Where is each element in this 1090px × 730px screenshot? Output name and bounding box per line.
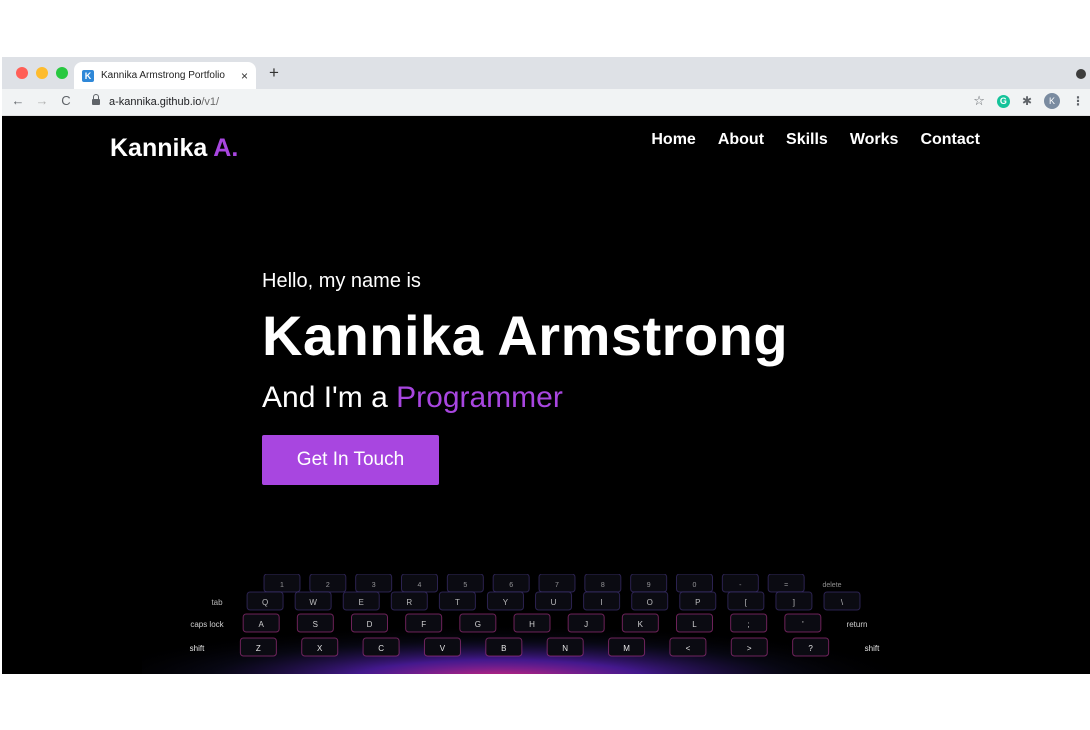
keyboard-key-label: = [784,582,788,589]
keyboard-key-label: A [258,620,264,629]
lock-icon[interactable] [92,94,100,106]
keyboard-key-label: W [309,598,317,607]
keyboard-key-label: J [584,620,588,629]
keyboard-key-label: D [367,620,373,629]
nav-home[interactable]: Home [651,131,695,149]
tab-search-icon[interactable] [1076,69,1086,79]
keyboard-key-label: B [501,644,506,653]
keyboard-key-label: H [529,620,535,629]
toolbar-actions: ☆ G ✱ K ⋮ [973,93,1084,109]
logo-text: Kannika [110,134,208,162]
forward-button[interactable]: → [34,93,50,108]
keyboard-key-label: 1 [280,582,284,589]
address-bar[interactable]: a-kannika.github.io/v1/ [109,96,219,108]
keyboard-key-label: 2 [326,582,330,589]
keyboard-key-label: 6 [509,582,513,589]
profile-avatar[interactable]: K [1044,93,1060,109]
nav-contact[interactable]: Contact [920,131,980,149]
webpage: Kannika A. Home About Skills Works Conta… [2,116,1090,674]
keyboard-key-label: Z [256,644,261,653]
minimize-window-button[interactable] [36,67,48,79]
keyboard-key-label: 9 [647,582,651,589]
back-button[interactable]: ← [10,93,26,108]
bookmark-star-icon[interactable]: ☆ [973,93,985,109]
keyboard-key-label: 5 [463,582,467,589]
keyboard-key-label: 8 [601,582,605,589]
logo-accent: A. [213,134,239,162]
keyboard-key-label: 4 [418,582,422,589]
browser-menu-icon[interactable]: ⋮ [1072,94,1084,108]
keyboard-key-label: R [406,598,412,607]
keyboard-key-label: O [647,598,653,607]
keyboard-key-label: N [562,644,568,653]
keyboard-key-label: T [455,598,460,607]
nav-skills[interactable]: Skills [786,131,828,149]
keyboard-key-label: < [686,644,691,653]
keyboard-key-label: 3 [372,582,376,589]
window-controls [16,67,68,79]
role-accent: Programmer [396,380,563,414]
keyboard-key-label: E [359,598,364,607]
hero-greeting: Hello, my name is [262,270,421,292]
browser-tab[interactable]: K Kannika Armstrong Portfolio × [74,62,256,89]
close-window-button[interactable] [16,67,28,79]
keyboard-key-label: return [847,620,868,629]
keyboard-key-label: tab [211,598,223,607]
reload-button[interactable]: C [58,93,74,108]
keyboard-key-label: 7 [555,582,559,589]
keyboard-key-label: M [623,644,630,653]
address-toolbar: ← → C a-kannika.github.io/v1/ ☆ G ✱ K ⋮ [2,89,1090,116]
site-logo[interactable]: Kannika A. [110,134,238,163]
keyboard-key-label: ? [808,644,813,653]
keyboard-key-label: K [638,620,644,629]
keyboard-key-label: P [695,598,700,607]
keyboard-key-label: shift [865,644,880,653]
maximize-window-button[interactable] [56,67,68,79]
keyboard-key-label: ; [748,620,750,629]
keyboard-key-label: F [421,620,426,629]
keyboard-key-label: L [692,620,697,629]
keyboard-key-label: G [475,620,481,629]
keyboard-key-label: V [440,644,446,653]
keyboard-key-label: U [551,598,557,607]
tab-title: Kannika Armstrong Portfolio [101,70,225,81]
keyboard-background-image: 1 2 3 4 5 6 7 8 9 0- = deletetab Q W E R T Y U I O P[] \caps l… [142,574,902,674]
keyboard-key-label: Y [503,598,509,607]
url-path: /v1/ [201,96,220,108]
keyboard-key-label: 0 [693,582,697,589]
keyboard-key-label: X [317,644,323,653]
tab-strip: K Kannika Armstrong Portfolio × + [2,57,1090,89]
site-favicon-icon: K [82,69,94,82]
keyboard-key-label: caps lock [190,620,224,629]
nav-about[interactable]: About [718,131,764,149]
keyboard-key-label: Q [262,598,268,607]
keyboard-key-label: I [600,598,602,607]
browser-window: K Kannika Armstrong Portfolio × + ← → C … [2,57,1090,674]
hero-name: Kannika Armstrong [262,304,789,367]
keyboard-key-label: ] [793,598,795,607]
new-tab-button[interactable]: + [264,63,284,83]
keyboard-key-label: S [313,620,318,629]
close-tab-icon[interactable]: × [241,69,248,83]
grammarly-extension-icon[interactable]: G [996,94,1010,108]
keyboard-key-label: delete [822,582,841,589]
extensions-icon[interactable]: ✱ [1022,94,1032,108]
keyboard-key-label: > [747,644,752,653]
hero-role: And I'm a Programmer [262,381,788,415]
role-prefix: And I'm a [262,380,388,414]
get-in-touch-button[interactable]: Get In Touch [262,434,439,485]
nav-works[interactable]: Works [850,131,899,149]
keyboard-key-label: C [378,644,384,653]
main-nav: Home About Skills Works Contact [651,131,980,149]
url-host: a-kannika.github.io [109,96,202,108]
hero-section: Hello, my name is Kannika Armstrong And … [262,270,788,485]
keyboard-key-label: shift [190,644,205,653]
